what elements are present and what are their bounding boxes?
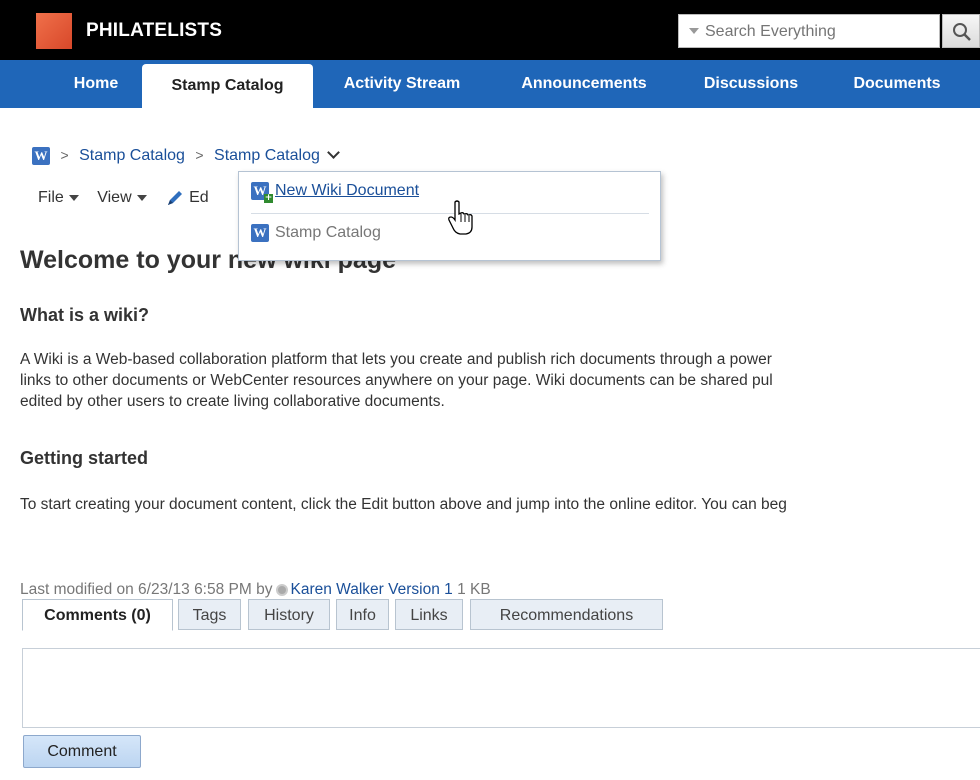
top-header: PHILATELISTS: [0, 0, 980, 60]
comment-textarea[interactable]: [22, 648, 980, 728]
menu-item-label: Stamp Catalog: [275, 224, 381, 242]
pencil-icon: [168, 191, 183, 205]
wiki-icon[interactable]: W: [32, 147, 50, 165]
nav-tab-home[interactable]: Home: [68, 60, 124, 108]
menu-item-label: New Wiki Document: [275, 182, 420, 200]
search-button[interactable]: [942, 14, 980, 48]
version-link[interactable]: Version 1: [388, 581, 453, 598]
caret-down-icon: [136, 195, 147, 201]
paragraph-line: A Wiki is a Web-based collaboration plat…: [20, 351, 772, 368]
tab-tags[interactable]: Tags: [178, 599, 241, 630]
document-toolbar: File View Ed: [38, 188, 223, 208]
section-heading-getting-started: Getting started: [20, 448, 149, 468]
modified-date: Last modified on 6/23/13 6:58 PM: [20, 581, 252, 598]
tab-recommendations[interactable]: Recommendations: [470, 599, 663, 630]
nav-tab-activity-stream[interactable]: Activity Stream: [322, 60, 482, 108]
wiki-icon: W: [251, 224, 269, 242]
comment-button[interactable]: Comment: [23, 735, 141, 768]
breadcrumb-separator: >: [60, 147, 69, 164]
menu-item-stamp-catalog[interactable]: W Stamp Catalog: [251, 224, 381, 242]
chevron-down-icon[interactable]: [327, 146, 341, 160]
tab-history[interactable]: History: [248, 599, 330, 630]
file-size: 1 KB: [457, 581, 491, 598]
paragraph-line: links to other documents or WebCenter re…: [20, 372, 773, 389]
author-link[interactable]: Karen Walker: [290, 581, 383, 598]
edit-button-label: Ed: [189, 189, 209, 207]
hand-cursor-icon: [448, 200, 473, 235]
search-icon: [953, 23, 971, 41]
paragraph-line: To start creating your document content,…: [20, 496, 787, 513]
edit-button[interactable]: Ed: [165, 188, 209, 208]
breadcrumb-item-stamp-catalog[interactable]: Stamp Catalog: [79, 147, 185, 164]
tab-info[interactable]: Info: [336, 599, 389, 630]
nav-tab-documents[interactable]: Documents: [838, 60, 956, 108]
wiki-add-icon: W +: [251, 182, 273, 203]
app-title[interactable]: PHILATELISTS: [86, 20, 222, 42]
user-presence-icon: [276, 583, 289, 596]
nav-tab-announcements[interactable]: Announcements: [502, 60, 666, 108]
nav-tab-stamp-catalog[interactable]: Stamp Catalog: [142, 64, 313, 108]
tab-links[interactable]: Links: [395, 599, 463, 630]
paragraph-line: edited by other users to create living c…: [20, 393, 445, 410]
main-nav: Home Stamp Catalog Activity Stream Annou…: [0, 60, 980, 108]
section-heading-what-is-wiki: What is a wiki?: [20, 305, 150, 325]
caret-down-icon: [68, 195, 79, 201]
app-logo[interactable]: [36, 13, 72, 49]
breadcrumb: W > Stamp Catalog > Stamp Catalog: [32, 146, 341, 165]
search-box[interactable]: [678, 14, 940, 48]
last-modified-info: Last modified on 6/23/13 6:58 PM by Karen…: [20, 581, 491, 599]
view-menu-label: View: [97, 189, 132, 207]
file-menu[interactable]: File: [38, 189, 79, 207]
file-menu-label: File: [38, 189, 64, 207]
nav-tab-discussions[interactable]: Discussions: [686, 60, 816, 108]
search-scope-caret-icon[interactable]: [689, 28, 699, 34]
modified-by-label: by: [256, 581, 273, 598]
plus-icon: +: [264, 193, 273, 203]
breadcrumb-separator: >: [195, 147, 204, 164]
view-menu[interactable]: View: [97, 189, 147, 207]
breadcrumb-item-current[interactable]: Stamp Catalog: [214, 147, 320, 164]
tab-comments[interactable]: Comments (0): [22, 599, 173, 631]
menu-item-new-wiki-document[interactable]: W + New Wiki Document: [251, 182, 420, 203]
search-input[interactable]: [703, 21, 917, 43]
